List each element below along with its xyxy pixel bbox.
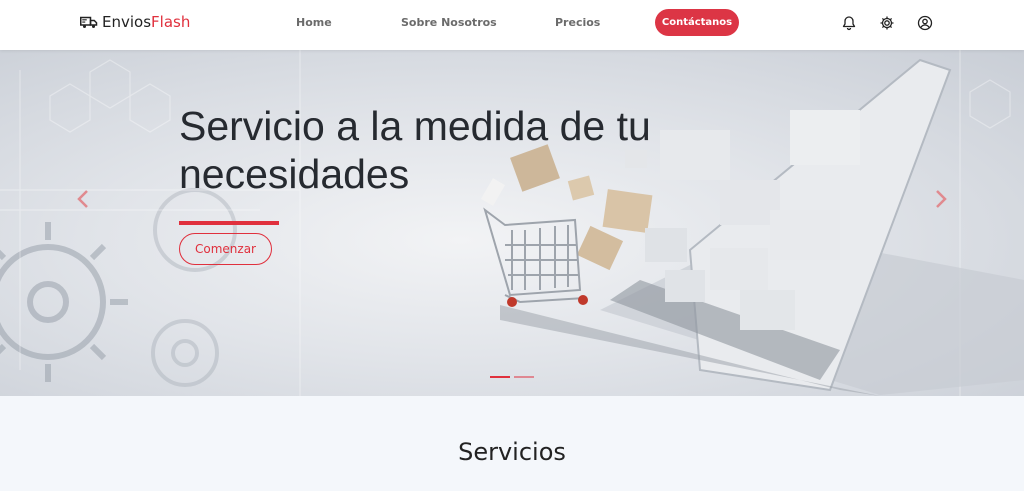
services-title: Servicios	[458, 438, 566, 466]
contact-button[interactable]: Contáctanos	[655, 9, 739, 36]
services-section: Servicios	[0, 396, 1024, 491]
carousel-next-arrow-icon[interactable]	[932, 188, 950, 210]
carousel-prev-arrow-icon[interactable]	[74, 188, 92, 210]
comenzar-button[interactable]: Comenzar	[179, 233, 272, 265]
brand-name-part1: Envios	[102, 13, 152, 31]
top-navbar: Envios Flash Home Sobre Nosotros Precios…	[0, 0, 1024, 50]
user-circle-icon[interactable]	[917, 15, 933, 31]
nav-link-sobre-nosotros[interactable]: Sobre Nosotros	[401, 16, 497, 29]
hero-carousel: Servicio a la medida de tu necesidades C…	[0, 50, 1024, 396]
gear-icon[interactable]	[879, 15, 895, 31]
carousel-indicator-1[interactable]	[490, 376, 510, 378]
brand-logo[interactable]: Envios Flash	[80, 11, 190, 33]
delivery-truck-icon	[80, 16, 98, 28]
hero-title: Servicio a la medida de tu necesidades	[179, 103, 651, 197]
bell-icon[interactable]	[841, 15, 857, 31]
nav-link-home[interactable]: Home	[296, 16, 332, 29]
carousel-indicators	[490, 376, 534, 378]
nav-link-precios[interactable]: Precios	[555, 16, 600, 29]
hero-title-underline	[179, 221, 279, 225]
carousel-indicator-2[interactable]	[514, 376, 534, 378]
brand-name-part2: Flash	[151, 13, 191, 31]
